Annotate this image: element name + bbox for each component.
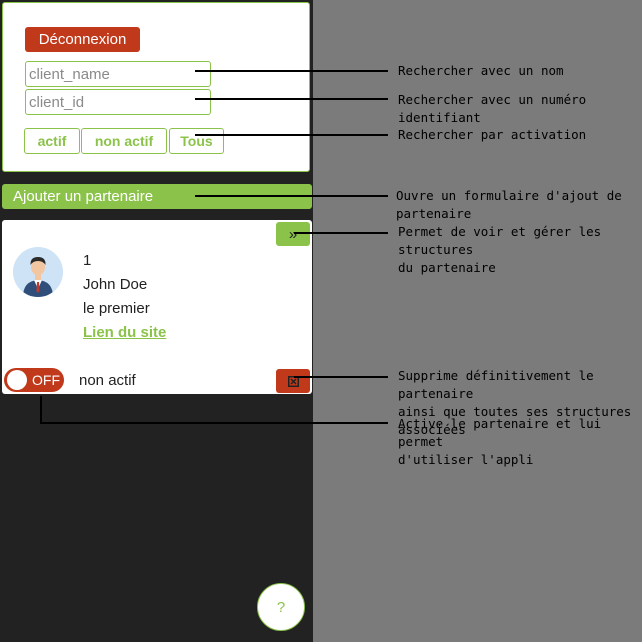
annotation-filter: Rechercher par activation [398,127,587,142]
person-avatar-icon [13,247,63,297]
help-button[interactable]: ? [257,583,305,631]
double-chevron-right-icon: » [288,225,298,243]
toggle-label: OFF [32,372,60,388]
structures-button[interactable]: » [276,222,310,246]
filter-inactive-button[interactable]: non actif [81,128,167,154]
client-id-input[interactable]: client_id [25,89,211,115]
annotation-structures: Permet de voir et gérer les structures d… [398,224,602,275]
partner-card: » 1 John Doe le premier Lien du site OFF… [2,220,312,394]
delete-partner-button[interactable] [276,369,310,393]
partner-name: John Doe [83,276,148,293]
activation-toggle[interactable]: OFF [4,368,64,392]
close-box-icon [287,375,299,387]
logout-button[interactable]: Déconnexion [25,27,140,52]
annotation-search-name: Rechercher avec un nom [398,63,564,78]
partner-id: 1 [83,252,92,269]
partner-status: non actif [79,372,136,389]
client-name-input[interactable]: client_name [25,61,211,87]
partner-description: le premier [83,300,150,317]
annotation-search-id: Rechercher avec un numéro identifiant [398,92,587,125]
add-partner-button[interactable]: Ajouter un partenaire [2,184,312,209]
annotation-add-form: Ouvre un formulaire d'ajout de partenair… [396,188,622,221]
filter-all-button[interactable]: Tous [169,128,224,154]
annotation-activate: Active le partenaire et lui permet d'uti… [398,416,602,467]
filter-active-button[interactable]: actif [24,128,80,154]
toggle-knob [7,370,27,390]
partner-site-link[interactable]: Lien du site [83,324,166,341]
search-card: Déconnexion client_name client_id actif … [2,2,310,172]
avatar [13,247,63,297]
